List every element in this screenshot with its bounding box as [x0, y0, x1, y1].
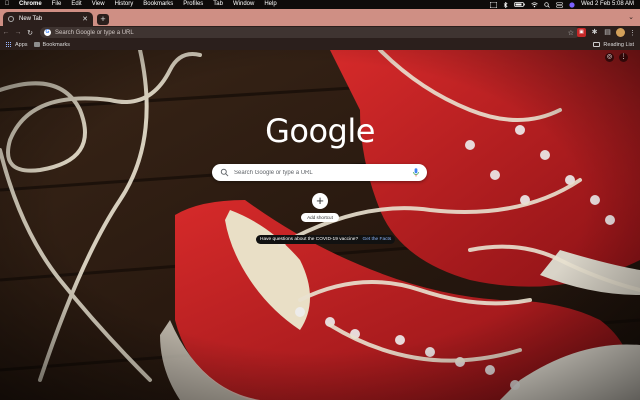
- reading-list-label: Reading List: [603, 41, 634, 48]
- menu-window[interactable]: Window: [228, 0, 259, 9]
- folder-icon: [33, 42, 40, 47]
- address-bar-placeholder[interactable]: Search Google or type a URL: [55, 30, 134, 36]
- google-logo: Google: [265, 112, 375, 150]
- search-icon: [220, 168, 229, 177]
- bookmark-apps-label: Apps: [15, 41, 28, 48]
- bookmark-folder-label: Bookmarks: [42, 41, 71, 48]
- siri-icon[interactable]: [569, 1, 575, 8]
- battery-icon[interactable]: [514, 2, 525, 7]
- promo-link[interactable]: Get the Facts: [362, 237, 391, 242]
- bookmark-apps[interactable]: Apps: [6, 42, 28, 48]
- menu-bookmarks[interactable]: Bookmarks: [138, 0, 178, 9]
- mic-icon[interactable]: [413, 168, 419, 177]
- control-center-icon[interactable]: [556, 1, 563, 8]
- covid-promo: Have questions about the COVID-19 vaccin…: [256, 235, 396, 244]
- bookmark-folder[interactable]: Bookmarks: [33, 41, 71, 48]
- forward-button[interactable]: →: [12, 29, 24, 36]
- profile-avatar[interactable]: [616, 28, 625, 37]
- background-shoes-illustration: [0, 50, 640, 400]
- promo-text: Have questions about the COVID-19 vaccin…: [260, 237, 359, 242]
- new-tab-favicon-icon: [8, 16, 14, 22]
- reading-list-button[interactable]: Reading List: [593, 42, 634, 48]
- ntp-info-button[interactable]: ◎: [605, 53, 614, 62]
- apple-icon[interactable]: : [0, 0, 14, 9]
- extension-red-icon[interactable]: ▣: [577, 28, 586, 37]
- add-shortcut-label[interactable]: Add shortcut: [301, 213, 339, 222]
- tab-strip: New Tab ✕ + ⌄: [0, 9, 640, 26]
- browser-toolbar: ← → ↻ G Search Google or type a URL ☆ ▣ …: [0, 26, 640, 39]
- sidebar-icon[interactable]: ▤: [603, 28, 612, 37]
- tab-new-tab[interactable]: New Tab ✕: [3, 12, 93, 26]
- menu-view[interactable]: View: [87, 0, 110, 9]
- menu-history[interactable]: History: [110, 0, 139, 9]
- ntp-search-input[interactable]: [232, 168, 406, 177]
- menu-tab[interactable]: Tab: [208, 0, 228, 9]
- ntp-background-image: [0, 50, 640, 400]
- menu-profiles[interactable]: Profiles: [178, 0, 208, 9]
- bluetooth-icon[interactable]: [503, 1, 508, 8]
- apps-grid-icon: [6, 42, 12, 47]
- puzzle-icon[interactable]: ✱: [590, 28, 599, 37]
- plus-icon[interactable]: +: [312, 193, 328, 209]
- address-bar[interactable]: G Search Google or type a URL ☆: [40, 27, 580, 38]
- back-button[interactable]: ←: [0, 29, 12, 36]
- ntp-apps-button[interactable]: ⋮: [619, 53, 628, 62]
- menu-app-chrome[interactable]: Chrome: [14, 0, 47, 9]
- reload-button[interactable]: ↻: [24, 29, 36, 37]
- tab-search-chevron-icon[interactable]: ⌄: [628, 13, 634, 21]
- menu-kebab-icon[interactable]: ⋮: [629, 29, 636, 37]
- menu-help[interactable]: Help: [259, 0, 281, 9]
- menu-clock[interactable]: Wed 2 Feb 5:08 AM: [581, 0, 634, 9]
- ntp-search-box[interactable]: [212, 164, 427, 181]
- reading-list-icon: [593, 42, 601, 47]
- google-g-icon: G: [44, 29, 51, 36]
- toolbar-actions: ▣ ✱ ▤ ⋮: [573, 26, 636, 39]
- spotlight-search-icon[interactable]: [544, 1, 550, 8]
- media-icon[interactable]: [490, 1, 498, 8]
- add-shortcut-tile[interactable]: + Add shortcut: [301, 193, 339, 222]
- tab-title: New Tab: [19, 16, 43, 22]
- new-tab-button[interactable]: +: [97, 14, 109, 25]
- menu-file[interactable]: File: [47, 0, 67, 9]
- close-tab-icon[interactable]: ✕: [82, 15, 88, 23]
- menu-extras: Wed 2 Feb 5:08 AM: [484, 0, 640, 9]
- macos-menu-bar:  Chrome File Edit View History Bookmark…: [0, 0, 640, 9]
- menu-edit[interactable]: Edit: [66, 0, 86, 9]
- wifi-icon[interactable]: [531, 1, 538, 8]
